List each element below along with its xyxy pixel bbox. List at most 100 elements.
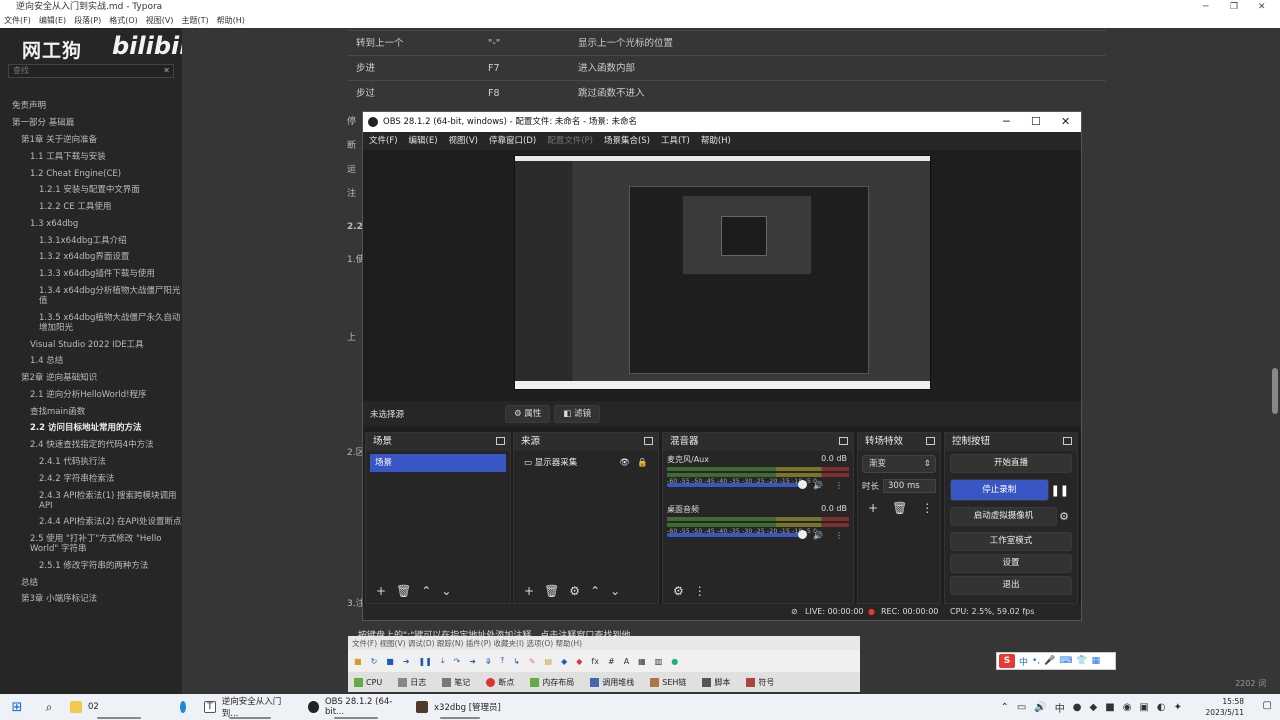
calc-icon[interactable]: ▦ [638,657,646,666]
outline-item[interactable]: 2.4.1 代码执行法 [0,454,182,471]
more-icon[interactable]: ⋮ [694,584,706,598]
trash-icon[interactable]: 🗑 [396,584,411,598]
more-icon[interactable]: ⋮ [921,501,933,515]
comment-icon[interactable]: ▤ [545,657,553,666]
outline-item[interactable]: 1.2 Cheat Engine(CE) [0,165,182,182]
trash-icon[interactable]: ▥ [655,657,663,666]
font-icon[interactable]: A [624,657,629,666]
outline-item[interactable]: 第一部分 基础篇 [0,115,182,132]
punctuation-icon[interactable]: •, [1032,656,1040,666]
tab-notes[interactable]: 笔记 [442,677,482,688]
show-hidden-icon[interactable]: ⌃ [1001,702,1009,713]
outline-item[interactable]: 1.3 x64dbg [0,215,182,232]
gear-icon[interactable]: ⚙ [569,584,580,598]
move-up-icon[interactable]: ⌃ [590,584,600,598]
app-tray-icon[interactable]: ◉ [1123,702,1132,713]
visibility-eye-icon[interactable]: 👁 [619,454,630,472]
source-item[interactable]: ▭ 显示器采集 👁 🔒 [518,454,654,472]
outline-item[interactable]: 2.4.4 API检索法(2) 在API处设置断点 [0,514,182,531]
outline-item[interactable]: 2.5.1 修改字符串的两种方法 [0,558,182,575]
close-icon[interactable]: ✕ [1061,112,1070,132]
hash-icon[interactable]: # [608,657,615,666]
step-into-icon[interactable]: ⤓ [441,656,445,666]
pause-recording-icon[interactable]: ❚❚ [1051,484,1069,497]
skin-icon[interactable]: 👕 [1076,656,1087,666]
app-tray-icon[interactable]: ✦ [1174,702,1182,713]
speaker-icon[interactable]: 🔊 [813,481,823,490]
more-icon[interactable]: ⋮ [835,531,843,540]
trash-icon[interactable]: 🗑 [544,584,559,598]
app-tray-icon[interactable]: ● [1073,702,1082,713]
move-up-icon[interactable]: ⌃ [421,584,431,598]
function-icon[interactable]: fx [591,657,599,666]
label-icon[interactable]: ◆ [561,657,567,666]
outline-item[interactable]: 2.5 使用 "打补丁"方式修改 "Hello World" 字符串 [0,531,182,558]
menu-tools[interactable]: 工具(T) [661,132,690,150]
outline-item[interactable]: 2.1 逆向分析HelloWorld!程序 [0,387,182,404]
tab-seh[interactable]: SEH链 [650,677,698,688]
minimize-icon[interactable]: ─ [1203,0,1208,14]
exit-button[interactable]: 退出 [950,576,1072,595]
ime-toolbar[interactable]: S 中 •, 🎤 ⌨ 👕 ▦ [996,652,1116,670]
popout-icon[interactable] [1063,437,1072,445]
outline-item[interactable]: 2.4 快速查找指定的代码4中方法 [0,437,182,454]
outline-item[interactable]: 1.2.1 安装与配置中文界面 [0,182,182,199]
app-tray-icon[interactable]: ◐ [1157,702,1166,713]
menu-scene-collection[interactable]: 场景集合(S) [604,132,650,150]
menu-file[interactable]: 文件(F) [369,132,398,150]
move-down-icon[interactable]: ⌄ [441,584,451,598]
notification-icon[interactable]: ▢ [1263,700,1272,711]
globe-icon[interactable]: ● [671,657,678,666]
menu-file[interactable]: 文件(F) [4,14,31,28]
gear-icon[interactable]: ⚙ [1059,510,1069,523]
app-tray-icon[interactable]: ▣ [1139,702,1148,713]
popout-icon[interactable] [644,437,653,445]
trace-over-icon[interactable]: ⤋ [485,657,492,666]
outline-item[interactable]: 1.3.2 x64dbg界面设置 [0,249,182,266]
outline-item[interactable]: 第3章 小端序标记法 [0,591,182,608]
outline-search-input[interactable]: 查找 ✕ [8,64,174,78]
clock[interactable]: 15:58 2023/5/11 [1206,696,1244,718]
menu-format[interactable]: 格式(O) [109,14,138,28]
menu-edit[interactable]: 编辑(E) [39,14,66,28]
more-icon[interactable]: ⋮ [835,481,843,490]
duration-input[interactable]: 300 ms [883,479,936,493]
taskbar-obs[interactable]: OBS 28.1.2 (64-bit... [302,694,410,720]
volume-slider[interactable] [667,480,807,489]
clear-icon[interactable]: ✕ [163,65,170,77]
network-icon[interactable]: ▭ [1017,702,1026,713]
menu-help[interactable]: 帮助(H) [217,14,245,28]
move-down-icon[interactable]: ⌄ [610,584,620,598]
execute-till-return-icon[interactable]: ⤒ [501,656,505,666]
tab-cpu[interactable]: CPU [354,677,394,687]
menu-edit[interactable]: 编辑(E) [409,132,438,150]
step-over-icon[interactable]: ↷ [453,657,460,666]
popout-icon[interactable] [926,437,935,445]
trace-into-icon[interactable]: ➜ [469,657,476,666]
run-icon[interactable]: ➜ [403,657,410,666]
pause-icon[interactable]: ❚❚ [419,657,432,666]
outline-item[interactable]: 1.3.4 x64dbg分析植物大战僵尸阳光值 [0,283,182,310]
menu-view[interactable]: 视图(V) [146,14,174,28]
outline-item[interactable]: 第2章 逆向基础知识 [0,370,182,387]
outline-item[interactable]: 2.4.3 API检索法(1) 搜索跨模块调用API [0,487,182,514]
outline-item[interactable]: 1.4 总结 [0,353,182,370]
tab-script[interactable]: 脚本 [702,677,742,688]
add-icon[interactable]: + [524,584,534,598]
outline-item[interactable]: 1.3.5 x64dbg植物大战僵尸永久自动增加阳光 [0,309,182,336]
run-to-user-icon[interactable]: ↳ [513,657,520,666]
popout-icon[interactable] [496,437,505,445]
taskbar-explorer[interactable]: 02 [64,694,174,720]
transition-select[interactable]: 渐变 ⇕ [862,455,936,473]
settings-button[interactable]: 设置 [950,554,1072,573]
studio-mode-button[interactable]: 工作室模式 [950,532,1072,551]
maximize-icon[interactable]: ☐ [1031,112,1041,132]
advanced-audio-icon[interactable]: ⚙ [673,584,684,598]
lock-icon[interactable]: 🔒 [637,454,648,472]
keyboard-icon[interactable]: ⌨ [1059,656,1072,666]
tab-memory-map[interactable]: 内存布局 [530,677,586,688]
search-icon[interactable]: ⌕ [34,694,64,720]
mic-icon[interactable]: 🎤 [1044,656,1055,666]
menu-view[interactable]: 视图(V) [449,132,478,150]
add-icon[interactable]: + [376,584,386,598]
